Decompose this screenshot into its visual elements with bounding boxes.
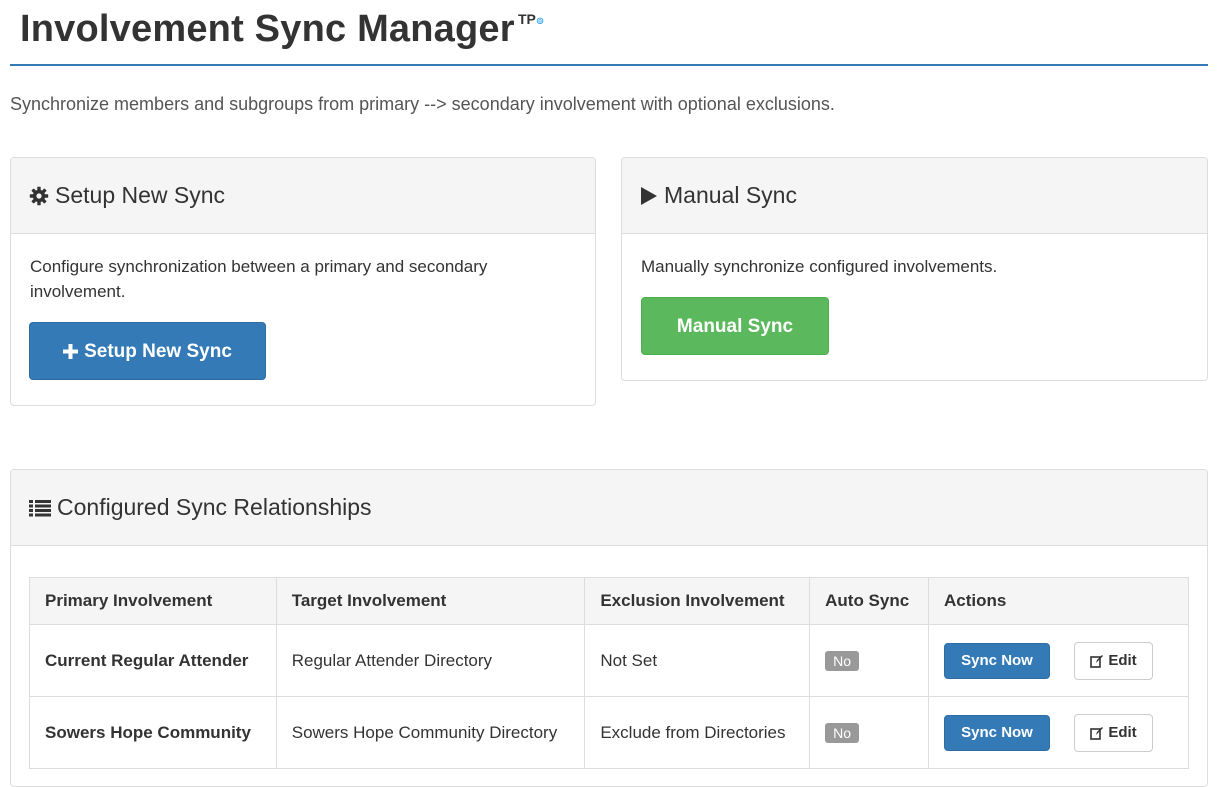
sync-relationships-panel-title: Configured Sync Relationships	[57, 494, 372, 520]
page-header: Involvement Sync Manager TP⊚	[10, 0, 1208, 66]
gear-icon	[29, 186, 49, 205]
column-header-auto-sync: Auto Sync	[809, 577, 930, 625]
manual-sync-panel-body: Manually synchronize configured involvem…	[622, 234, 1207, 355]
exclusion-involvement-cell: Not Set	[584, 624, 811, 697]
tp-badge: TP⊚	[518, 11, 544, 27]
tp-badge-mark-icon: ⊚	[535, 16, 545, 27]
page-title: Involvement Sync Manager	[20, 8, 515, 50]
plus-icon	[63, 343, 79, 359]
auto-sync-cell: No	[809, 624, 930, 697]
edit-icon	[1090, 726, 1104, 740]
page-subtitle: Synchronize members and subgroups from p…	[10, 94, 835, 114]
edit-button-label: Edit	[1108, 724, 1137, 741]
play-icon	[641, 186, 657, 205]
setup-sync-panel-title: Setup New Sync	[55, 182, 226, 208]
primary-involvement-cell: Sowers Hope Community	[29, 696, 277, 769]
setup-new-sync-button-label: Setup New Sync	[84, 340, 232, 362]
table-row: Current Regular Attender Regular Attende…	[29, 624, 1189, 697]
setup-sync-panel-body: Configure synchronization between a prim…	[11, 234, 595, 380]
tp-badge-text: TP	[518, 11, 536, 27]
sync-now-button-label: Sync Now	[961, 724, 1033, 741]
sync-now-button[interactable]: Sync Now	[944, 714, 1051, 751]
manual-sync-description: Manually synchronize configured involvem…	[641, 257, 998, 276]
setup-sync-panel-heading: Setup New Sync	[11, 158, 595, 234]
manual-sync-button-label: Manual Sync	[676, 315, 794, 337]
table-row: Sowers Hope Community Sowers Hope Commun…	[29, 696, 1189, 769]
manual-sync-button[interactable]: Manual Sync	[641, 297, 829, 355]
edit-button[interactable]: Edit	[1074, 713, 1154, 752]
table-header-row: Primary Involvement Target Involvement E…	[29, 577, 1189, 625]
column-header-exclusion: Exclusion Involvement	[584, 577, 811, 625]
column-header-target: Target Involvement	[275, 577, 586, 625]
manual-sync-panel-heading: Manual Sync	[622, 158, 1207, 234]
setup-new-sync-button[interactable]: Setup New Sync	[29, 322, 266, 380]
column-header-primary: Primary Involvement	[29, 577, 277, 625]
auto-sync-badge: No	[825, 650, 860, 671]
target-involvement-cell: Regular Attender Directory	[275, 624, 586, 697]
exclusion-involvement-cell: Exclude from Directories	[584, 696, 811, 769]
auto-sync-cell: No	[809, 696, 930, 769]
edit-button[interactable]: Edit	[1074, 641, 1154, 680]
sync-relationships-panel-heading: Configured Sync Relationships	[11, 470, 1207, 546]
column-header-actions: Actions	[928, 577, 1189, 625]
actions-cell: Sync Now Edit	[928, 624, 1189, 697]
manual-sync-panel: Manual Sync Manually synchronize configu…	[621, 157, 1208, 381]
actions-cell: Sync Now Edit	[928, 696, 1189, 769]
sync-now-button[interactable]: Sync Now	[944, 642, 1051, 679]
sync-relationships-table: Primary Involvement Target Involvement E…	[29, 577, 1189, 769]
primary-involvement-cell: Current Regular Attender	[29, 624, 277, 697]
manual-sync-panel-title: Manual Sync	[664, 182, 797, 208]
sync-relationships-panel: Configured Sync Relationships Primary In…	[10, 469, 1208, 787]
edit-button-label: Edit	[1108, 652, 1137, 669]
setup-sync-panel: Setup New Sync Configure synchronization…	[10, 157, 596, 406]
edit-icon	[1090, 654, 1104, 668]
auto-sync-badge: No	[825, 722, 860, 743]
sync-now-button-label: Sync Now	[961, 652, 1033, 669]
list-icon	[29, 499, 51, 516]
target-involvement-cell: Sowers Hope Community Directory	[275, 696, 586, 769]
setup-sync-description: Configure synchronization between a prim…	[30, 257, 488, 301]
